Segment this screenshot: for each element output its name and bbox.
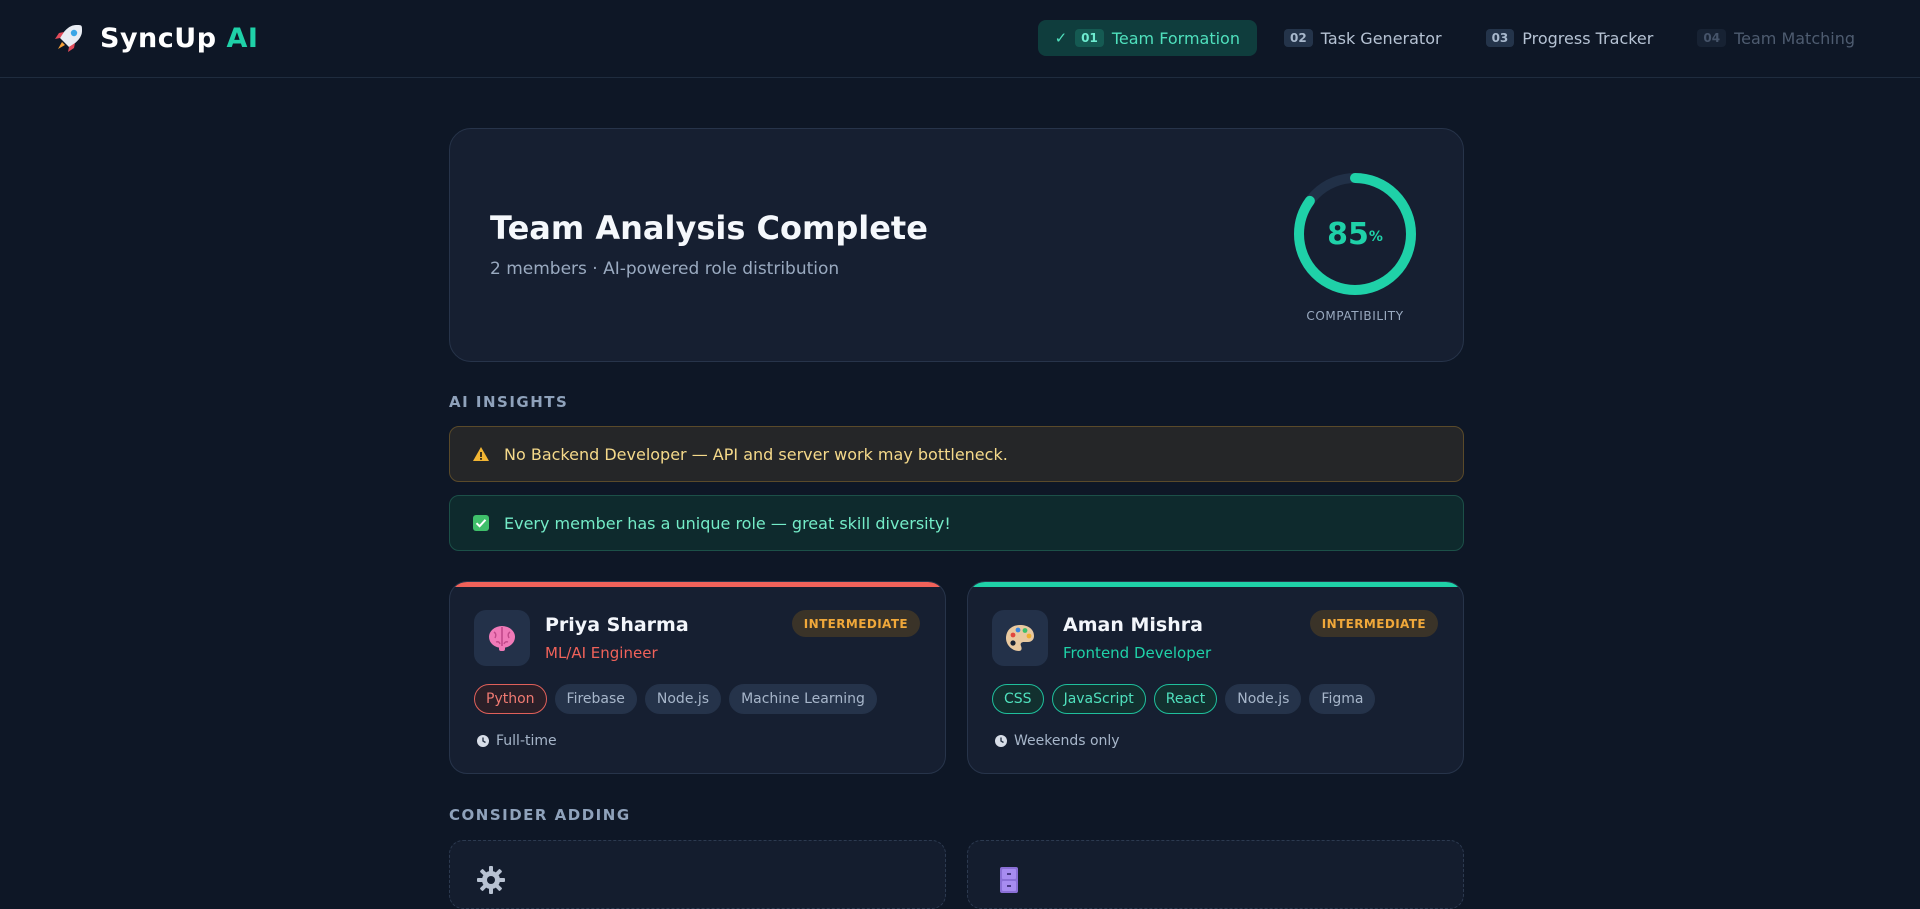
step-nav: ✓ 01 Team Formation 02 Task Generator 03… [1037, 20, 1872, 56]
avatar [474, 610, 530, 666]
app-name: SyncUp AI [100, 22, 259, 54]
consider-adding-heading: CONSIDER ADDING [449, 806, 631, 824]
palette-icon [1006, 625, 1034, 651]
availability: Weekends only [994, 733, 1120, 749]
skill-tag: Node.js [1225, 684, 1302, 714]
step-label: Team Formation [1111, 28, 1240, 48]
gear-icon [477, 866, 505, 894]
availability: Full-time [476, 733, 557, 749]
member-accent-bar [968, 582, 1463, 587]
app-logo[interactable]: SyncUp AI [52, 20, 258, 56]
skill-tag: Machine Learning [729, 684, 877, 714]
step-task-generator[interactable]: 02 Task Generator [1267, 20, 1459, 56]
rocket-icon [55, 25, 82, 52]
step-number: 01 [1075, 29, 1104, 47]
level-badge: INTERMEDIATE [1309, 610, 1438, 637]
step-number: 03 [1485, 29, 1515, 47]
warning-alert: No Backend Developer — API and server wo… [449, 426, 1464, 482]
analysis-summary-card: Team Analysis Complete 2 members · AI-po… [449, 128, 1464, 362]
check-box-icon [473, 515, 489, 531]
member-name: Priya Sharma [545, 614, 689, 636]
top-bar: SyncUp AI ✓ 01 Team Formation 02 Task Gen… [0, 0, 1920, 78]
step-label: Progress Tracker [1522, 28, 1654, 48]
compatibility-value: 85% [1327, 216, 1383, 252]
step-progress-tracker[interactable]: 03 Progress Tracker [1469, 20, 1671, 56]
skill-tags: Python Firebase Node.js Machine Learning [474, 684, 877, 714]
step-number: 04 [1697, 29, 1727, 47]
suggested-role-card[interactable] [967, 840, 1464, 909]
skill-tag: Figma [1309, 684, 1376, 714]
clock-icon [477, 735, 489, 747]
level-badge: INTERMEDIATE [791, 610, 920, 637]
skill-tag: Python [474, 684, 547, 714]
member-card[interactable]: Priya Sharma ML/AI Engineer INTERMEDIATE… [449, 581, 946, 774]
page-title: Team Analysis Complete [490, 209, 928, 247]
warning-icon [473, 447, 489, 461]
success-text: Every member has a unique role — great s… [504, 513, 951, 533]
skill-tag: JavaScript [1051, 684, 1146, 714]
brain-icon [489, 626, 515, 651]
clock-icon [995, 735, 1007, 747]
suggested-role-card[interactable] [449, 840, 946, 909]
skill-tag: Node.js [644, 684, 722, 714]
compatibility-label: COMPATIBILITY [1306, 309, 1404, 323]
success-alert: Every member has a unique role — great s… [449, 495, 1464, 551]
warning-text: No Backend Developer — API and server wo… [504, 444, 1008, 464]
skill-tag: Firebase [554, 684, 637, 714]
summary-subtitle: 2 members · AI-powered role distribution [490, 259, 840, 279]
member-role: Frontend Developer [1063, 644, 1212, 662]
member-name: Aman Mishra [1063, 614, 1203, 636]
step-number: 02 [1283, 29, 1313, 47]
skill-tags: CSS JavaScript React Node.js Figma [992, 684, 1376, 714]
check-icon: ✓ [1054, 29, 1068, 47]
skill-tag: CSS [992, 684, 1044, 714]
step-label: Task Generator [1320, 28, 1442, 48]
step-team-matching: 04 Team Matching [1680, 20, 1872, 56]
ai-insights-heading: AI INSIGHTS [449, 393, 569, 411]
skill-tag: React [1153, 684, 1218, 714]
avatar [992, 610, 1048, 666]
file-cabinet-icon [1000, 867, 1018, 893]
member-card[interactable]: Aman Mishra Frontend Developer INTERMEDI… [967, 581, 1464, 774]
member-accent-bar [450, 582, 945, 587]
member-role: ML/AI Engineer [545, 644, 658, 662]
step-team-formation[interactable]: ✓ 01 Team Formation [1037, 20, 1257, 56]
step-label: Team Matching [1734, 28, 1855, 48]
